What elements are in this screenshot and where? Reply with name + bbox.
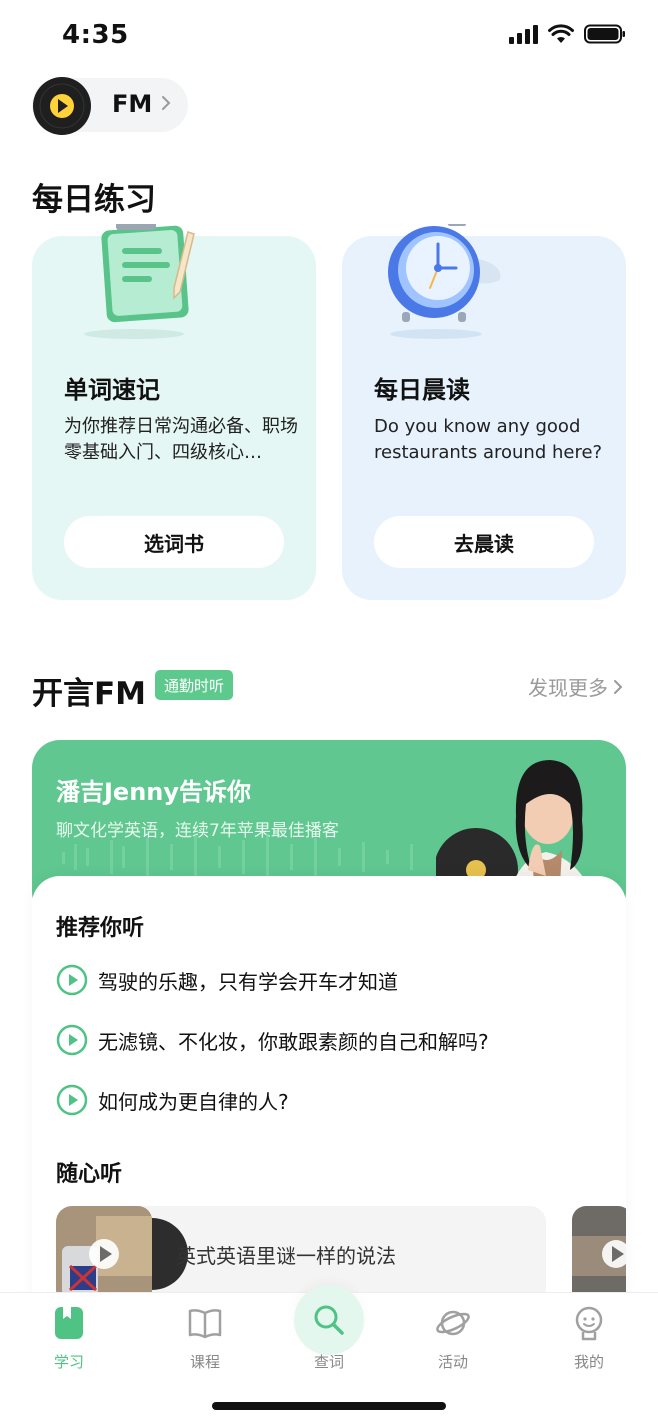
status-bar: 4:35: [0, 0, 658, 70]
status-icons: [509, 24, 626, 44]
morning-reading-card[interactable]: 每日晨读 Do you know any good restaurants ar…: [342, 224, 626, 600]
tab-activity[interactable]: 活动: [408, 1305, 498, 1372]
tab-lookup[interactable]: 查词: [284, 1285, 374, 1372]
discover-more-label: 发现更多: [528, 676, 608, 700]
recommend-title: 推荐你听: [56, 916, 145, 941]
tab-study-label: 学习: [53, 1353, 84, 1371]
chevron-right-icon: [162, 96, 171, 110]
vocab-card-title: 单词速记: [64, 376, 160, 404]
chevron-right-icon: [614, 679, 623, 694]
tab-courses-label: 课程: [189, 1353, 220, 1371]
episode-cover-image: [56, 1206, 152, 1306]
play-circle-icon: [56, 1024, 88, 1056]
tab-profile[interactable]: 我的: [544, 1305, 634, 1372]
vocab-card[interactable]: 单词速记 为你推荐日常沟通必备、职场零基础入门、四级核心… 选词书: [32, 224, 316, 600]
vocab-card-desc: 为你推荐日常沟通必备、职场零基础入门、四级核心…: [64, 416, 298, 463]
open-book-icon: [188, 1309, 222, 1339]
fm-vinyl-icon: [33, 77, 91, 135]
tab-profile-label: 我的: [573, 1353, 604, 1371]
episode-title: 英式英语里谜一样的说法: [176, 1244, 396, 1268]
banner-title: 潘吉Jenny告诉你: [56, 778, 252, 806]
episode-card[interactable]: 英式英语里谜一样的说法: [56, 1206, 546, 1306]
book-filled-icon: [55, 1307, 83, 1339]
tab-study[interactable]: 学习: [24, 1305, 114, 1372]
battery-icon: [584, 24, 625, 44]
morning-reading-title: 每日晨读: [374, 376, 470, 404]
recommend-item-title: 驾驶的乐趣，只有学会开车才知道: [98, 969, 398, 994]
alarm-clock-icon: [388, 224, 501, 339]
recommend-item-title: 无滤镜、不化妆，你敢跟素颜的自己和解吗?: [98, 1029, 489, 1054]
recommend-item[interactable]: 驾驶的乐趣，只有学会开车才知道: [56, 964, 398, 996]
notepad-pencil-icon: [84, 224, 195, 339]
play-circle-icon: [56, 964, 88, 996]
search-bubble: [294, 1285, 364, 1355]
choose-wordbook-button[interactable]: 选词书: [64, 516, 284, 568]
recommend-item[interactable]: 无滤镜、不化妆，你敢跟素颜的自己和解吗?: [56, 1024, 489, 1056]
morning-reading-desc: Do you know any good restaurants around …: [374, 416, 603, 463]
home-indicator: [212, 1402, 446, 1410]
discover-more-link[interactable]: 发现更多: [528, 672, 624, 701]
cellular-signal-icon: [509, 24, 538, 44]
recommend-item-title: 如何成为更自律的人?: [98, 1089, 289, 1114]
search-icon: [314, 1305, 344, 1335]
fm-content-panel: 推荐你听 驾驶的乐趣，只有学会开车才知道 无滤镜、不化妆，你敢跟素颜的自己和解吗…: [32, 876, 626, 1316]
avatar-face-icon: [575, 1306, 603, 1341]
recommend-item[interactable]: 如何成为更自律的人?: [56, 1084, 289, 1116]
next-episode-cover-image[interactable]: [572, 1206, 626, 1306]
fm-section-title: 开言FM: [32, 676, 147, 712]
play-circle-icon: [56, 1084, 88, 1116]
tab-courses[interactable]: 课程: [160, 1305, 250, 1372]
planet-icon: [436, 1310, 470, 1336]
casual-listen-title: 随心听: [56, 1162, 123, 1187]
fm-entry-label: FM: [112, 90, 153, 118]
status-time: 4:35: [62, 20, 129, 50]
commute-tag: 通勤时听: [155, 670, 234, 700]
sound-wave-icon: [62, 834, 413, 880]
fm-entry-button[interactable]: FM: [32, 77, 188, 135]
wifi-icon: [548, 24, 574, 43]
daily-practice-title: 每日练习: [32, 182, 156, 218]
tab-activity-label: 活动: [437, 1353, 468, 1371]
go-morning-reading-button[interactable]: 去晨读: [374, 516, 594, 568]
